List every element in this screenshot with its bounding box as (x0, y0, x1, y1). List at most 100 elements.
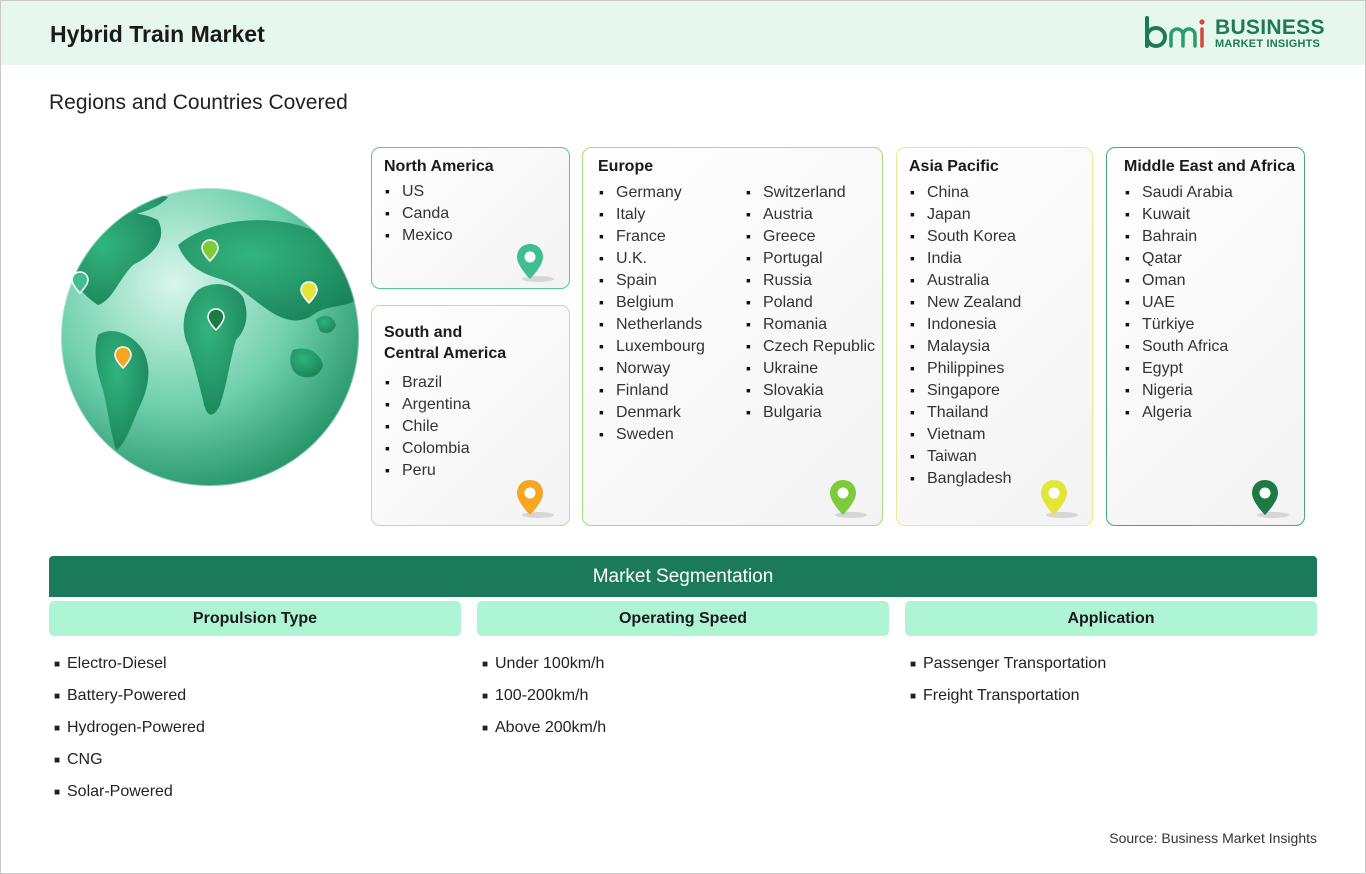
region-title: Europe (598, 158, 654, 175)
region-card-asia-pacific: Asia Pacific China Japan South Korea Ind… (896, 147, 1093, 526)
list-item: Ukraine (746, 357, 875, 379)
list-item: Thailand (910, 401, 1021, 423)
list-item: Australia (910, 269, 1021, 291)
list-item: Singapore (910, 379, 1021, 401)
country-list-col2: Switzerland Austria Greece Portugal Russ… (746, 181, 875, 423)
map-pin-icon (517, 480, 554, 518)
list-item: South Africa (1125, 335, 1233, 357)
region-title: North America (384, 158, 494, 175)
source-note: Source: Business Market Insights (1109, 830, 1317, 846)
map-pin-icon (830, 480, 867, 518)
list-item: Bangladesh (910, 467, 1021, 489)
list-item: Solar-Powered (54, 780, 205, 812)
bmi-logo: BUSINESS MARKET INSIGHTS (1144, 15, 1324, 55)
list-item: U.K. (599, 247, 705, 269)
region-title-line2: Central America (384, 345, 507, 362)
list-item: Electro-Diesel (54, 652, 205, 684)
list-item: Nigeria (1125, 379, 1233, 401)
list-item: Netherlands (599, 313, 705, 335)
list-item: Brazil (385, 371, 471, 393)
list-item: UAE (1125, 291, 1233, 313)
segment-heading-propulsion-type: Propulsion Type (49, 601, 461, 636)
segment-list-application: Passenger Transportation Freight Transpo… (910, 652, 1106, 716)
list-item: Austria (746, 203, 875, 225)
map-pin-icon (517, 244, 554, 282)
region-card-europe: Europe Germany Italy France U.K. Spain B… (582, 147, 883, 526)
list-item: Above 200km/h (482, 716, 606, 748)
list-item: Japan (910, 203, 1021, 225)
list-item: Hydrogen-Powered (54, 716, 205, 748)
list-item: Colombia (385, 437, 471, 459)
list-item: Egypt (1125, 357, 1233, 379)
list-item: Mexico (385, 224, 453, 246)
country-list: Brazil Argentina Chile Colombia Peru (385, 371, 471, 481)
header-bar: Hybrid Train Market BUSINESS MARKET INSI… (1, 1, 1365, 65)
segment-list-operating-speed: Under 100km/h 100-200km/h Above 200km/h (482, 652, 606, 748)
list-item: Indonesia (910, 313, 1021, 335)
list-item: Vietnam (910, 423, 1021, 445)
list-item: Bulgaria (746, 401, 875, 423)
list-item: India (910, 247, 1021, 269)
section-title: Regions and Countries Covered (49, 91, 348, 114)
list-item: Saudi Arabia (1125, 181, 1233, 203)
list-item: Poland (746, 291, 875, 313)
list-item: Türkiye (1125, 313, 1233, 335)
list-item: Spain (599, 269, 705, 291)
globe-icon (60, 187, 360, 487)
country-list: US Canda Mexico (385, 180, 453, 246)
list-item: Denmark (599, 401, 705, 423)
list-item: Philippines (910, 357, 1021, 379)
list-item: Taiwan (910, 445, 1021, 467)
map-pin-icon (1041, 480, 1078, 518)
country-list-col1: Germany Italy France U.K. Spain Belgium … (599, 181, 705, 445)
list-item: Bahrain (1125, 225, 1233, 247)
list-item: Germany (599, 181, 705, 203)
list-item: Battery-Powered (54, 684, 205, 716)
list-item: Portugal (746, 247, 875, 269)
list-item: CNG (54, 748, 205, 780)
list-item: Italy (599, 203, 705, 225)
region-title: Asia Pacific (909, 158, 999, 175)
list-item: Qatar (1125, 247, 1233, 269)
region-title: South and Central America (384, 322, 506, 364)
list-item: Norway (599, 357, 705, 379)
list-item: Peru (385, 459, 471, 481)
list-item: Sweden (599, 423, 705, 445)
list-item: Luxembourg (599, 335, 705, 357)
page-title: Hybrid Train Market (50, 21, 265, 47)
list-item: South Korea (910, 225, 1021, 247)
list-item: Passenger Transportation (910, 652, 1106, 684)
list-item: Romania (746, 313, 875, 335)
segment-heading-application: Application (905, 601, 1317, 636)
list-item: Finland (599, 379, 705, 401)
region-card-south-central-america: South and Central America Brazil Argenti… (371, 305, 570, 526)
list-item: 100-200km/h (482, 684, 606, 716)
bmi-logo-icon (1145, 16, 1205, 48)
country-list: China Japan South Korea India Australia … (910, 181, 1021, 489)
map-pin-icon (1252, 480, 1289, 518)
list-item: Chile (385, 415, 471, 437)
segment-list-propulsion-type: Electro-Diesel Battery-Powered Hydrogen-… (54, 652, 205, 812)
list-item: Kuwait (1125, 203, 1233, 225)
logo-text-business: BUSINESS (1215, 16, 1325, 39)
list-item: Greece (746, 225, 875, 247)
list-item: Freight Transportation (910, 684, 1106, 716)
list-item: Argentina (385, 393, 471, 415)
list-item: Canda (385, 202, 453, 224)
list-item: Russia (746, 269, 875, 291)
list-item: Malaysia (910, 335, 1021, 357)
list-item: France (599, 225, 705, 247)
region-title-line1: South and (384, 324, 463, 341)
region-title: Middle East and Africa (1124, 158, 1295, 175)
list-item: Czech Republic (746, 335, 875, 357)
region-card-north-america: North America US Canda Mexico (371, 147, 570, 289)
list-item: Oman (1125, 269, 1233, 291)
list-item: New Zealand (910, 291, 1021, 313)
country-list: Saudi Arabia Kuwait Bahrain Qatar Oman U… (1125, 181, 1233, 423)
segment-heading-operating-speed: Operating Speed (477, 601, 889, 636)
list-item: Algeria (1125, 401, 1233, 423)
list-item: Under 100km/h (482, 652, 606, 684)
segmentation-banner: Market Segmentation (49, 556, 1317, 597)
region-card-middle-east-africa: Middle East and Africa Saudi Arabia Kuwa… (1106, 147, 1305, 526)
list-item: Belgium (599, 291, 705, 313)
